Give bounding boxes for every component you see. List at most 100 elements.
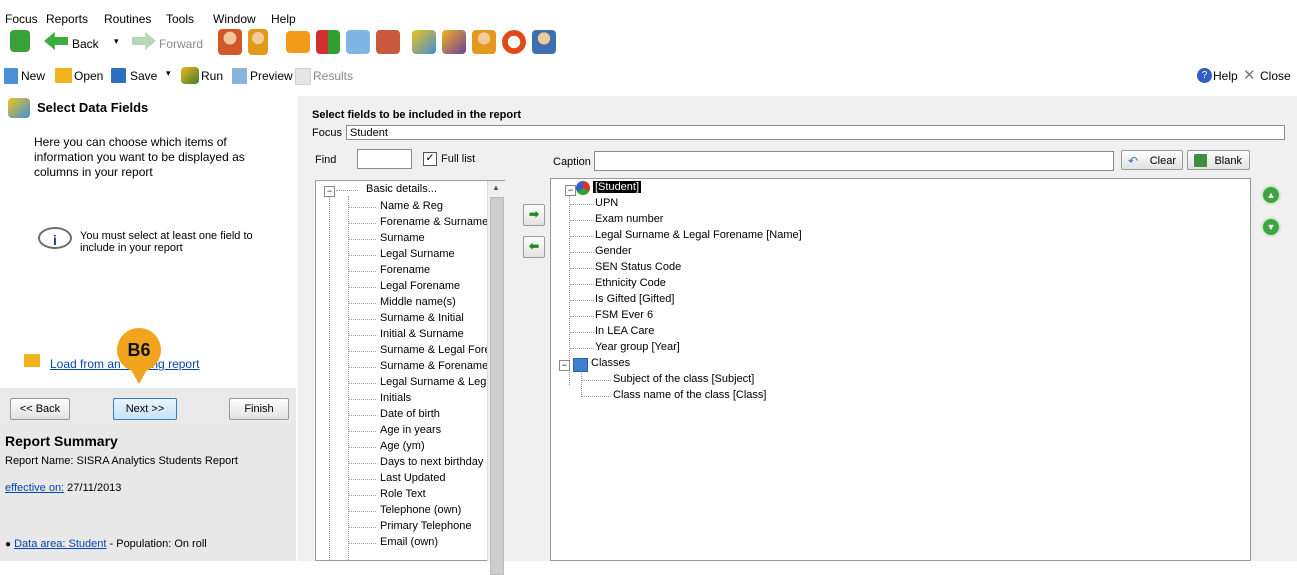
groups-icon[interactable]: [346, 30, 370, 54]
selected-root-student[interactable]: [Student]: [593, 181, 642, 193]
close-icon[interactable]: ✕: [1243, 66, 1256, 84]
finish-button[interactable]: Finish: [229, 398, 289, 420]
back-arrow-icon[interactable]: [44, 32, 68, 50]
move-down-button[interactable]: ▼: [1261, 217, 1281, 237]
selected-class-field-item[interactable]: Subject of the class [Subject]: [613, 373, 754, 385]
flags-icon[interactable]: [316, 30, 340, 54]
selected-field-item[interactable]: Legal Surname & Legal Forename [Name]: [595, 229, 802, 241]
menu-help[interactable]: Help: [271, 12, 296, 26]
selected-field-item[interactable]: FSM Ever 6: [595, 309, 653, 321]
selected-class-field-item[interactable]: Class name of the class [Class]: [613, 389, 766, 401]
available-field-item[interactable]: Surname & Initial: [380, 312, 464, 324]
report-wizard-icon[interactable]: [442, 30, 466, 54]
open-folder-icon[interactable]: [55, 68, 72, 83]
menu-focus[interactable]: Focus: [5, 12, 38, 26]
selected-field-item[interactable]: SEN Status Code: [595, 261, 681, 273]
report-builder-icon[interactable]: [412, 30, 436, 54]
available-field-item[interactable]: Role Text: [380, 488, 426, 500]
caption-input[interactable]: [594, 151, 1114, 171]
available-fields-tree[interactable]: − Basic details... Name & Reg Forename & …: [315, 180, 505, 561]
find-input[interactable]: [357, 149, 412, 169]
available-field-item[interactable]: Legal Surname & Lega: [380, 376, 493, 388]
selected-group-classes[interactable]: Classes: [591, 357, 630, 369]
data-area-link[interactable]: Data area: Student: [14, 538, 106, 550]
menu-tools[interactable]: Tools: [166, 12, 194, 26]
close-button[interactable]: Close: [1260, 69, 1291, 83]
available-field-item[interactable]: Legal Forename: [380, 280, 460, 292]
available-field-item[interactable]: Email (own): [380, 536, 438, 548]
remove-field-button[interactable]: ⬅: [523, 236, 545, 258]
available-field-item[interactable]: Age in years: [380, 424, 441, 436]
selected-field-item[interactable]: Ethnicity Code: [595, 277, 666, 289]
book-icon[interactable]: [286, 31, 310, 53]
selected-field-item[interactable]: Gender: [595, 245, 632, 257]
tree-line: [570, 252, 594, 253]
available-field-item[interactable]: Forename: [380, 264, 430, 276]
back-step-button[interactable]: << Back: [10, 398, 70, 420]
scroll-up-icon[interactable]: ▲: [492, 183, 500, 192]
save-button[interactable]: Save: [130, 69, 157, 83]
available-field-item[interactable]: Primary Telephone: [380, 520, 472, 532]
available-field-item[interactable]: Middle name(s): [380, 296, 456, 308]
next-step-button[interactable]: Next >>: [113, 398, 177, 420]
save-disk-icon[interactable]: [111, 68, 126, 83]
selected-field-item[interactable]: UPN: [595, 197, 618, 209]
selected-field-item[interactable]: Exam number: [595, 213, 663, 225]
run-button[interactable]: Run: [201, 69, 223, 83]
preview-button[interactable]: Preview: [250, 69, 293, 83]
students-icon[interactable]: [218, 29, 242, 55]
move-up-button[interactable]: ▲: [1261, 185, 1281, 205]
collapse-icon[interactable]: −: [565, 185, 576, 196]
menu-window[interactable]: Window: [213, 12, 256, 26]
help-button[interactable]: Help: [1213, 69, 1238, 83]
contacts-icon[interactable]: [376, 30, 400, 54]
open-button[interactable]: Open: [74, 69, 103, 83]
full-list-checkbox[interactable]: ✓: [423, 152, 437, 166]
run-icon[interactable]: [181, 67, 199, 84]
available-field-item[interactable]: Telephone (own): [380, 504, 461, 516]
available-fields-scrollbar[interactable]: ▲: [487, 181, 505, 575]
clear-button[interactable]: ↶ Clear: [1121, 150, 1183, 170]
available-field-item[interactable]: Legal Surname: [380, 248, 455, 260]
effective-on-link[interactable]: effective on:: [5, 482, 64, 494]
selected-field-item[interactable]: Is Gifted [Gifted]: [595, 293, 674, 305]
available-field-item[interactable]: Surname & Forename: [380, 360, 488, 372]
available-field-item[interactable]: Surname: [380, 232, 425, 244]
help-icon[interactable]: ?: [1197, 68, 1212, 83]
collapse-icon[interactable]: −: [559, 360, 570, 371]
available-field-item[interactable]: Name & Reg: [380, 200, 443, 212]
blank-button[interactable]: Blank: [1187, 150, 1250, 170]
selected-field-item[interactable]: Year group [Year]: [595, 341, 680, 353]
field-group-basic-details[interactable]: Basic details...: [366, 183, 437, 195]
tree-line: [570, 204, 594, 205]
menu-reports[interactable]: Reports: [46, 12, 88, 26]
menu-routines[interactable]: Routines: [104, 12, 151, 26]
back-button[interactable]: Back: [72, 37, 99, 51]
new-icon[interactable]: [4, 68, 18, 84]
available-field-item[interactable]: Days to next birthday: [380, 456, 483, 468]
effective-date: effective on: 27/11/2013: [5, 482, 121, 494]
staff-icon[interactable]: [248, 29, 268, 55]
available-field-item[interactable]: Last Updated: [380, 472, 445, 484]
available-field-item[interactable]: Forename & Surname: [380, 216, 488, 228]
user-icon[interactable]: [472, 30, 496, 54]
menu-bar: Focus Reports Routines Tools Window Help: [0, 0, 1297, 26]
refresh-icon[interactable]: [10, 30, 30, 52]
selected-field-item[interactable]: In LEA Care: [595, 325, 654, 337]
available-field-item[interactable]: Initials: [380, 392, 411, 404]
available-field-item[interactable]: Date of birth: [380, 408, 440, 420]
scrollbar-thumb[interactable]: [490, 197, 504, 575]
selected-fields-tree[interactable]: − [Student] UPN Exam number Legal Surname …: [550, 178, 1251, 561]
preview-icon[interactable]: [232, 68, 247, 84]
person-icon[interactable]: [532, 30, 556, 54]
available-field-item[interactable]: Age (ym): [380, 440, 425, 452]
save-dropdown-icon[interactable]: ▾: [166, 68, 171, 79]
tree-line: [349, 543, 376, 544]
tree-line: [349, 511, 376, 512]
add-field-button[interactable]: ➡: [523, 204, 545, 226]
available-field-item[interactable]: Initial & Surname: [380, 328, 464, 340]
back-dropdown-icon[interactable]: ▾: [114, 36, 119, 47]
available-field-item[interactable]: Surname & Legal Forer: [380, 344, 494, 356]
new-button[interactable]: New: [21, 69, 45, 83]
clock-icon[interactable]: [502, 30, 526, 54]
